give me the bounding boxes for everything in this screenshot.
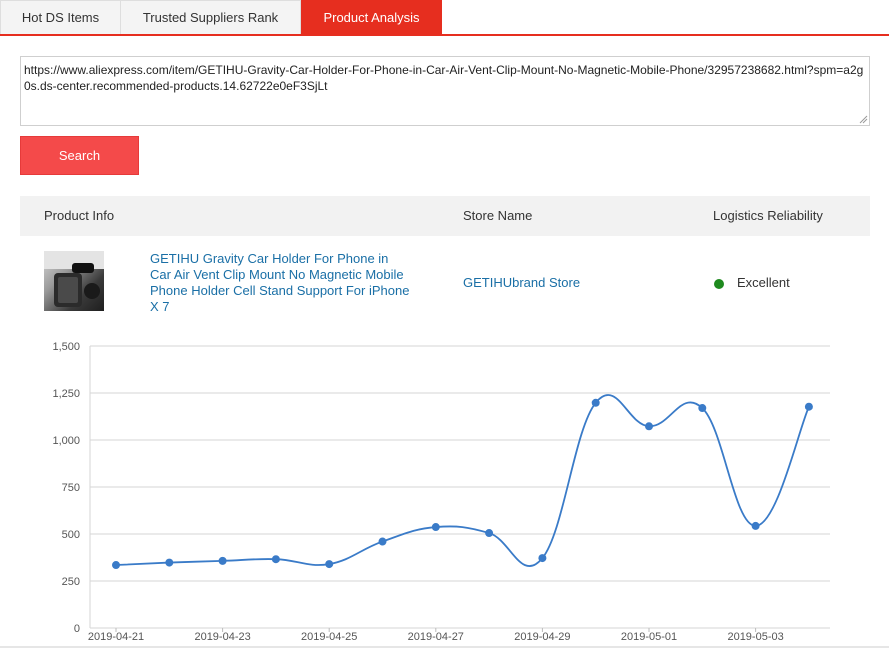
x-tick-label: 2019-05-01	[621, 631, 677, 643]
data-point[interactable]	[112, 561, 120, 570]
tab-underline	[0, 34, 889, 36]
data-point[interactable]	[804, 402, 813, 411]
product-title-link[interactable]: GETIHU Gravity Car Holder For Phone in C…	[150, 251, 410, 315]
data-point[interactable]	[751, 521, 760, 530]
tab-bar: Hot DS Items Trusted Suppliers Rank Prod…	[0, 0, 889, 36]
series-line	[115, 394, 810, 567]
data-point[interactable]	[218, 556, 227, 565]
product-url-input[interactable]: https://www.aliexpress.com/item/GETIHU-G…	[20, 56, 870, 126]
data-point[interactable]	[538, 554, 547, 563]
store-name-link[interactable]: GETIHUbrand Store	[463, 275, 580, 291]
y-tick-label: 0	[74, 623, 80, 635]
y-tick-label: 500	[62, 529, 80, 541]
data-point[interactable]	[165, 558, 174, 567]
status-dot-icon	[714, 279, 724, 289]
x-tick-label: 2019-04-27	[408, 631, 464, 643]
x-tick-label: 2019-04-29	[514, 631, 570, 643]
data-point[interactable]	[431, 523, 440, 532]
tab-hot-ds-items[interactable]: Hot DS Items	[0, 0, 121, 34]
data-point[interactable]	[591, 398, 600, 407]
header-store-name: Store Name	[463, 208, 533, 223]
x-tick-label: 2019-05-03	[727, 631, 783, 643]
y-tick-label: 1,500	[52, 341, 80, 353]
data-point[interactable]	[698, 404, 707, 413]
data-point[interactable]	[645, 422, 653, 431]
y-tick-label: 1,250	[52, 388, 80, 400]
y-tick-label: 250	[62, 576, 80, 588]
tab-trusted-suppliers-rank[interactable]: Trusted Suppliers Rank	[120, 0, 301, 34]
y-tick-label: 750	[62, 482, 80, 494]
x-tick-label: 2019-04-21	[88, 631, 144, 643]
data-point[interactable]	[325, 560, 334, 569]
data-point[interactable]	[485, 529, 494, 538]
search-button[interactable]: Search	[20, 136, 139, 175]
x-tick-label: 2019-04-23	[194, 631, 250, 643]
y-tick-label: 1,000	[52, 435, 80, 447]
tab-product-analysis[interactable]: Product Analysis	[301, 0, 442, 34]
table-header: Product Info Store Name Logistics Reliab…	[20, 196, 870, 236]
logistics-status: Excellent	[737, 275, 790, 290]
sales-line-chart: 0 250 500 750 1,000 1,250 1,500 2019-04-21 2019-…	[52, 341, 830, 643]
header-logistics-reliability: Logistics Reliability	[713, 208, 823, 223]
header-product-info: Product Info	[44, 208, 115, 223]
product-thumbnail[interactable]	[44, 251, 104, 311]
data-point[interactable]	[378, 537, 387, 546]
data-point[interactable]	[271, 555, 280, 564]
resize-grip-icon[interactable]	[859, 115, 868, 124]
x-tick-label: 2019-04-25	[301, 631, 357, 643]
phone-holder-image-icon	[44, 251, 104, 307]
